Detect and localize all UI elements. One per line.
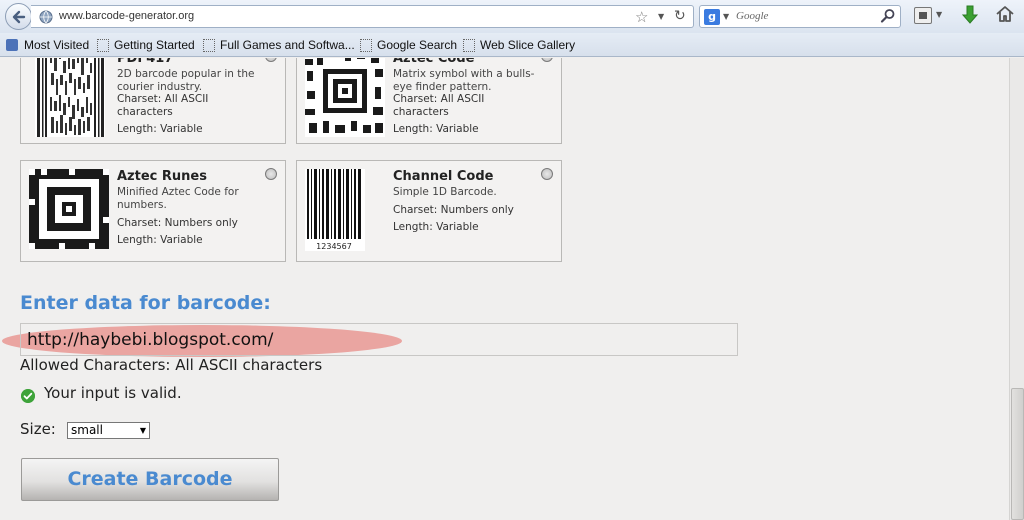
- card-charset: Charset: All ASCII characters: [393, 93, 485, 118]
- radio-aztec-code[interactable]: [541, 58, 553, 62]
- card-charset: Charset: Numbers only: [117, 217, 238, 229]
- vertical-scrollbar[interactable]: [1009, 58, 1024, 520]
- card-title: Aztec Runes: [117, 169, 207, 184]
- bookmark-label: Web Slice Gallery: [480, 38, 576, 52]
- reload-icon[interactable]: ↻: [674, 8, 686, 24]
- download-icon[interactable]: [961, 4, 979, 26]
- home-icon[interactable]: [995, 4, 1015, 24]
- back-button[interactable]: [5, 3, 32, 30]
- bookmark-star-icon[interactable]: ☆: [635, 8, 648, 26]
- google-engine-icon[interactable]: g: [704, 9, 720, 25]
- bookmark-label: Google Search: [377, 38, 458, 52]
- page-icon: [203, 38, 215, 52]
- card-length: Length: Variable: [393, 123, 479, 135]
- url-text: www.barcode-generator.org: [59, 10, 195, 22]
- card-charset: Charset: Numbers only: [393, 204, 514, 216]
- pdf417-barcode-image: [35, 58, 105, 137]
- bookmark-label: Most Visited: [24, 38, 90, 52]
- barcode-card-pdf417[interactable]: PDF417 2D barcode popular in the courier…: [20, 58, 286, 144]
- search-placeholder: Google: [736, 10, 769, 22]
- allowed-characters-text: Allowed Characters: All ASCII characters: [20, 356, 323, 374]
- card-description: 2D barcode popular in the courier indust…: [117, 68, 255, 93]
- browser-navbar: www.barcode-generator.org ☆ ▼ ↻ g ▼ Goog…: [0, 0, 1024, 33]
- size-label: Size:: [20, 420, 56, 438]
- barcode-card-aztec-code[interactable]: Aztec Code Matrix symbol with a bulls-ey…: [296, 58, 562, 144]
- search-icon[interactable]: [880, 8, 896, 24]
- bookmarks-menu-button[interactable]: [914, 7, 932, 24]
- card-title: PDF417: [117, 58, 174, 66]
- page-icon: [463, 38, 475, 52]
- card-description: Simple 1D Barcode.: [393, 186, 497, 198]
- search-bar[interactable]: g ▼ Google: [699, 5, 901, 28]
- bookmark-google-search[interactable]: Google Search: [360, 37, 457, 53]
- card-description: Minified Aztec Code for numbers.: [117, 186, 239, 211]
- bookmarks-toolbar: Most Visited Getting Started Full Games …: [0, 33, 1024, 57]
- most-visited-icon: [6, 39, 18, 51]
- size-selected-value: small: [71, 423, 103, 437]
- page-icon: [97, 38, 109, 52]
- aztec-runes-image: [29, 169, 109, 249]
- barcode-number: 1234567: [316, 242, 352, 251]
- engine-dropdown-icon[interactable]: ▼: [723, 12, 729, 21]
- card-title: Aztec Code: [393, 58, 475, 66]
- url-bar[interactable]: www.barcode-generator.org ☆ ▼ ↻: [31, 5, 694, 28]
- radio-pdf417[interactable]: [265, 58, 277, 62]
- globe-icon: [39, 10, 53, 24]
- valid-check-icon: [21, 389, 35, 403]
- bookmark-label: Getting Started: [114, 38, 195, 52]
- barcode-data-input[interactable]: [20, 323, 738, 356]
- bookmark-label: Full Games and Softwa...: [220, 38, 355, 52]
- barcode-card-channel-code[interactable]: 1234567 Channel Code Simple 1D Barcode. …: [296, 160, 562, 262]
- card-length: Length: Variable: [393, 221, 479, 233]
- radio-channel-code[interactable]: [541, 168, 553, 180]
- card-title: Channel Code: [393, 169, 494, 184]
- card-charset: Charset: All ASCII characters: [117, 93, 209, 118]
- channel-code-image: 1234567: [305, 169, 365, 251]
- validation-message: Your input is valid.: [44, 384, 182, 402]
- barcode-card-aztec-runes[interactable]: Aztec Runes Minified Aztec Code for numb…: [20, 160, 286, 262]
- card-description: Matrix symbol with a bulls-eye finder pa…: [393, 68, 535, 93]
- bookmark-web-slice-gallery[interactable]: Web Slice Gallery: [463, 37, 575, 53]
- radio-aztec-runes[interactable]: [265, 168, 277, 180]
- scrollbar-thumb[interactable]: [1011, 388, 1024, 520]
- enter-data-heading: Enter data for barcode:: [20, 292, 271, 314]
- bookmark-full-games[interactable]: Full Games and Softwa...: [203, 37, 355, 53]
- bookmarks-dropdown-icon[interactable]: ▼: [936, 10, 942, 19]
- history-dropdown-icon[interactable]: ▼: [658, 12, 664, 21]
- aztec-code-image: [305, 58, 385, 137]
- bookmark-most-visited[interactable]: Most Visited: [6, 37, 89, 53]
- bookmark-getting-started[interactable]: Getting Started: [97, 37, 195, 53]
- back-arrow-icon: [12, 10, 25, 23]
- page-icon: [360, 38, 372, 52]
- size-select[interactable]: small ▼: [67, 422, 150, 439]
- chevron-down-icon: ▼: [139, 426, 146, 435]
- create-barcode-button[interactable]: Create Barcode: [21, 458, 279, 501]
- page-content: PDF417 2D barcode popular in the courier…: [0, 58, 1009, 520]
- card-length: Length: Variable: [117, 234, 203, 246]
- card-length: Length: Variable: [117, 123, 203, 135]
